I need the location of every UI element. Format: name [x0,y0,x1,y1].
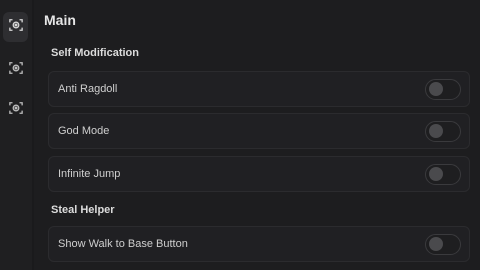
toggle-row-anti-ragdoll[interactable]: Anti Ragdoll [48,71,470,107]
show-walk-to-base-toggle[interactable] [425,234,461,255]
toggle-label: Infinite Jump [58,168,121,180]
main-panel: Main Self Modification Anti Ragdoll God … [34,0,480,270]
toggle-knob [429,124,443,138]
target-icon [8,18,23,37]
toggle-row-god-mode[interactable]: God Mode [48,113,470,149]
toggle-label: Show Walk to Base Button [58,238,188,250]
toggle-label: God Mode [58,125,110,137]
sidebar-tab-main[interactable] [3,12,28,42]
sidebar [0,0,32,270]
infinite-jump-toggle[interactable] [425,164,461,185]
target-icon [8,61,23,80]
toggle-knob [429,82,443,96]
anti-ragdoll-toggle[interactable] [425,79,461,100]
toggle-label: Anti Ragdoll [58,83,118,95]
sidebar-tab-3[interactable] [3,95,28,125]
toggle-knob [429,167,443,181]
sidebar-tab-2[interactable] [3,55,28,85]
god-mode-toggle[interactable] [425,121,461,142]
page-title: Main [44,12,76,28]
toggle-knob [429,237,443,251]
target-icon [8,101,23,120]
toggle-row-infinite-jump[interactable]: Infinite Jump [48,156,470,192]
section-steal-helper: Steal Helper [51,204,115,216]
section-self-modification: Self Modification [51,47,139,59]
toggle-row-show-walk-to-base[interactable]: Show Walk to Base Button [48,226,470,262]
